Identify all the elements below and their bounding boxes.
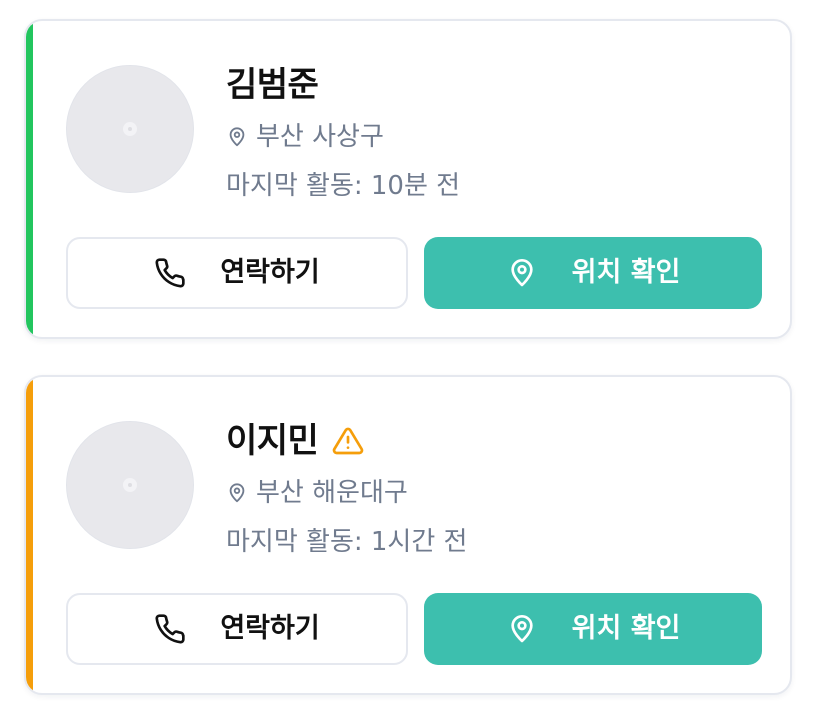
phone-icon	[155, 614, 185, 644]
name-row: 이지민	[226, 417, 364, 465]
phone-icon	[155, 258, 185, 288]
status-accent-bar	[26, 377, 33, 693]
name-row: 김범준	[226, 61, 319, 109]
map-pin-icon	[229, 483, 245, 503]
member-name: 김범준	[226, 65, 319, 105]
avatar-placeholder-icon	[123, 122, 137, 136]
avatar	[66, 65, 194, 193]
locate-button[interactable]: 위치 확인	[424, 593, 762, 665]
map-pin-icon	[510, 259, 533, 287]
contact-button-label: 연락하기	[220, 257, 320, 288]
avatar	[66, 421, 194, 549]
contact-button-label: 연락하기	[220, 613, 320, 644]
member-card: 김범준 부산 사상구 마지막 활동: 10분 전 연락하기 위치 확인	[24, 19, 792, 339]
locate-button-label: 위치 확인	[571, 613, 681, 644]
member-card: 이지민 부산 해운대구 마지막 활동: 1시간 전 연락하기 위치 확인	[24, 375, 792, 695]
location-row: 부산 해운대구	[226, 473, 408, 513]
status-accent-bar	[26, 21, 33, 337]
last-activity: 마지막 활동: 10분 전	[226, 171, 461, 201]
locate-button[interactable]: 위치 확인	[424, 237, 762, 309]
avatar-placeholder-icon	[123, 478, 137, 492]
member-location: 부산 사상구	[256, 122, 384, 152]
location-row: 부산 사상구	[226, 117, 384, 157]
last-activity: 마지막 활동: 1시간 전	[226, 527, 468, 557]
map-pin-icon	[510, 615, 533, 643]
map-pin-icon	[229, 127, 245, 147]
contact-button[interactable]: 연락하기	[66, 237, 408, 309]
member-name: 이지민	[226, 421, 319, 461]
warning-triangle-icon	[333, 427, 364, 455]
locate-button-label: 위치 확인	[571, 257, 681, 288]
contact-button[interactable]: 연락하기	[66, 593, 408, 665]
member-location: 부산 해운대구	[256, 478, 408, 508]
